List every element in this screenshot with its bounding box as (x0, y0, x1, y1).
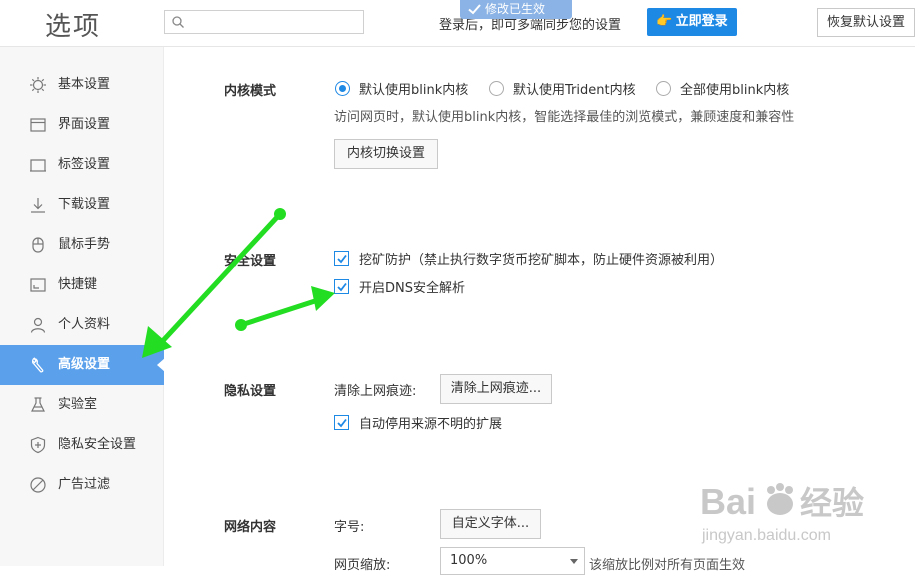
sidebar-item-label: 个人资料 (58, 317, 111, 332)
sidebar-item-label: 高级设置 (58, 357, 111, 372)
flask-icon (31, 397, 45, 412)
checkbox-box (334, 251, 349, 266)
window-icon (30, 118, 46, 132)
clear-history-button[interactable]: 清除上网痕迹... (440, 374, 552, 404)
status-toast: 修改已生效 (460, 0, 572, 19)
header-bar: 选项 登录后，即可多端同步您的设置 修改已生效 👉 立即登录 恢复默认设置 (0, 0, 915, 47)
page-zoom-select[interactable]: 100% (440, 547, 585, 575)
radio-label: 默认使用Trident内核 (513, 83, 636, 98)
pointing-hand-icon: 👉 (656, 14, 673, 29)
security-settings-label: 安全设置 (224, 254, 277, 269)
kernel-option-blink-all[interactable]: 全部使用blink内核 (656, 79, 789, 98)
mining-protection-checkbox[interactable]: 挖矿防护（禁止执行数字货币挖矿脚本，防止硬件资源被利用） (334, 249, 723, 268)
kernel-description: 访问网页时，默认使用blink内核，智能选择最佳的浏览模式，兼顾速度和兼容性 (334, 110, 795, 125)
checkmark-icon (337, 282, 347, 292)
sidebar-item-label: 快捷键 (58, 277, 98, 292)
kernel-option-blink-default[interactable]: 默认使用blink内核 (335, 79, 468, 98)
radio-dot (656, 81, 671, 96)
sidebar-item-label: 基本设置 (58, 77, 111, 92)
radio-dot (489, 81, 504, 96)
checkbox-label: 开启DNS安全解析 (359, 281, 465, 296)
checkbox-label: 挖矿防护（禁止执行数字货币挖矿脚本，防止硬件资源被利用） (359, 253, 724, 268)
keyboard-icon (30, 278, 46, 292)
dns-security-checkbox[interactable]: 开启DNS安全解析 (334, 277, 465, 296)
checkbox-box (334, 415, 349, 430)
sidebar-item-mouse-gesture[interactable]: 鼠标手势 (0, 225, 164, 265)
font-size-label: 字号: (334, 520, 365, 535)
kernel-option-trident-default[interactable]: 默认使用Trident内核 (489, 79, 636, 98)
svg-text:经验: 经验 (800, 484, 864, 522)
gear-icon (30, 77, 46, 93)
svg-text:jingyan.baidu.com: jingyan.baidu.com (701, 527, 831, 544)
sidebar-item-label: 实验室 (58, 397, 98, 412)
sidebar-item-label: 界面设置 (58, 117, 111, 132)
baidu-jingyan-watermark: Bai 经验 jingyan.baidu.com (700, 481, 864, 544)
check-icon (468, 4, 481, 15)
sidebar-item-label: 广告过滤 (58, 477, 111, 492)
page-title: 选项 (45, 12, 102, 42)
web-content-label: 网络内容 (224, 520, 277, 535)
page-zoom-label: 网页缩放: (334, 558, 391, 573)
sidebar-item-lab[interactable]: 实验室 (0, 385, 164, 425)
sidebar-item-ad-filter[interactable]: 广告过滤 (0, 465, 164, 505)
download-icon (31, 198, 45, 213)
arrow-to-dns-checkbox (235, 286, 335, 331)
sidebar-item-label: 下载设置 (58, 197, 111, 212)
radio-label: 全部使用blink内核 (680, 83, 790, 98)
user-icon (30, 317, 46, 333)
sidebar-item-tabs[interactable]: 标签设置 (0, 145, 164, 185)
sidebar-item-basic[interactable]: 基本设置 (0, 65, 164, 105)
sidebar-item-profile[interactable]: 个人资料 (0, 305, 164, 345)
chevron-down-icon (570, 559, 578, 564)
privacy-settings-label: 隐私设置 (224, 384, 277, 399)
sidebar: 基本设置 界面设置 标签设置 下载设置 鼠标手势 快捷键 个人资料 高级设置 实… (0, 47, 165, 566)
sidebar-item-privacy-security[interactable]: 隐私安全设置 (0, 425, 164, 465)
sidebar-item-label: 隐私安全设置 (58, 437, 137, 452)
toast-text: 修改已生效 (485, 2, 546, 16)
sidebar-item-advanced[interactable]: 高级设置 (0, 345, 165, 385)
checkmark-icon (337, 254, 347, 264)
search-box[interactable] (164, 10, 364, 34)
radio-label: 默认使用blink内核 (359, 83, 469, 98)
search-input[interactable] (189, 13, 359, 31)
radio-dot (335, 81, 350, 96)
shield-icon (30, 436, 46, 454)
custom-font-button[interactable]: 自定义字体... (440, 509, 541, 539)
kernel-switch-button[interactable]: 内核切换设置 (334, 139, 438, 169)
svg-text:Bai: Bai (700, 481, 756, 522)
restore-defaults-button[interactable]: 恢复默认设置 (817, 8, 915, 37)
tab-icon (30, 159, 46, 172)
search-icon (172, 16, 184, 28)
kernel-mode-label: 内核模式 (224, 84, 277, 99)
login-button[interactable]: 👉 立即登录 (647, 8, 737, 36)
sidebar-item-label: 标签设置 (58, 157, 111, 172)
checkbox-box (334, 279, 349, 294)
clear-history-label: 清除上网痕迹: (334, 384, 417, 399)
checkmark-icon (337, 418, 347, 428)
sidebar-item-label: 鼠标手势 (58, 237, 111, 252)
block-icon (30, 477, 46, 493)
mouse-icon (32, 237, 44, 253)
wrench-icon (31, 357, 44, 373)
login-button-label: 立即登录 (675, 14, 728, 29)
auto-disable-extensions-checkbox[interactable]: 自动停用来源不明的扩展 (334, 413, 502, 432)
checkbox-label: 自动停用来源不明的扩展 (359, 417, 503, 432)
sidebar-item-interface[interactable]: 界面设置 (0, 105, 164, 145)
sidebar-item-shortcuts[interactable]: 快捷键 (0, 265, 164, 305)
sidebar-item-download[interactable]: 下载设置 (0, 185, 164, 225)
